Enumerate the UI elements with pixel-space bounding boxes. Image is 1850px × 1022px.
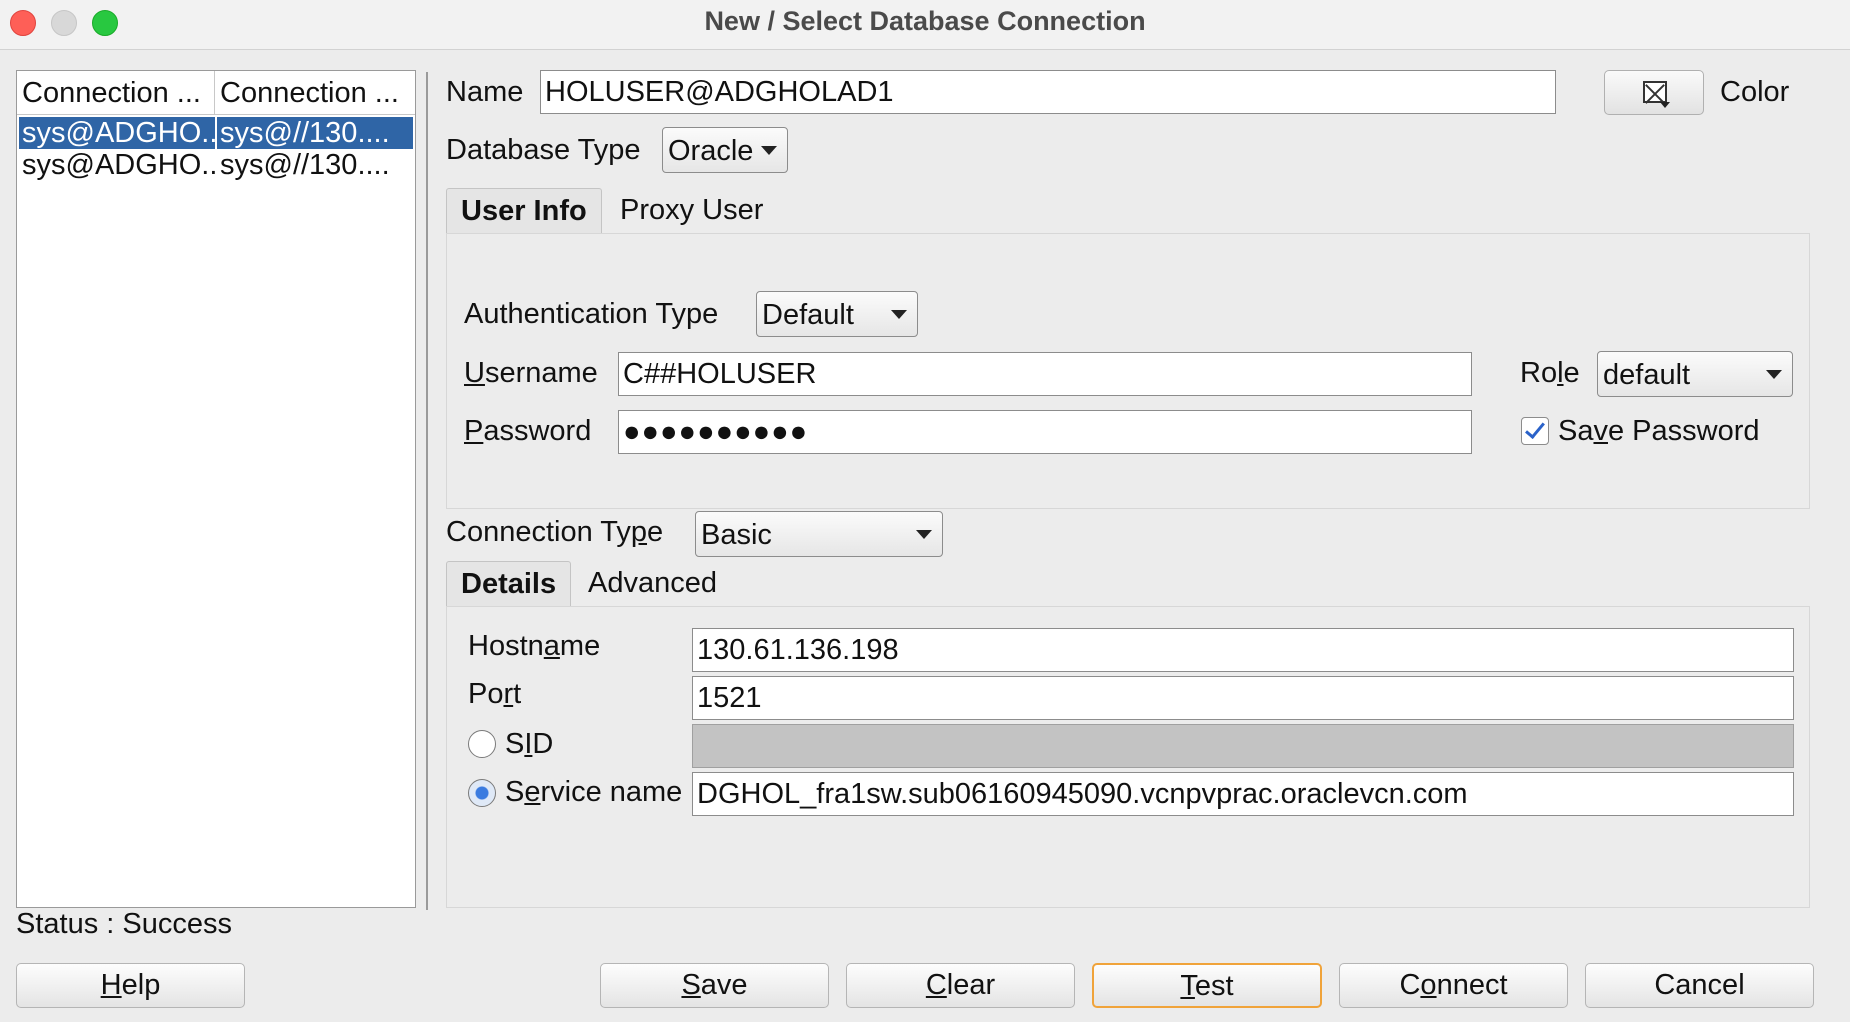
color-picker-button[interactable] xyxy=(1604,70,1704,115)
connection-name-cell: sys@ADGHO... xyxy=(22,149,215,181)
name-label: Name xyxy=(446,76,524,108)
help-button[interactable]: Help xyxy=(16,963,245,1008)
chevron-down-icon xyxy=(761,146,777,155)
connection-details-cell: sys@//130.... xyxy=(217,117,413,149)
authentication-type-value: Default xyxy=(762,299,854,331)
role-value: default xyxy=(1603,359,1691,391)
column-header-details[interactable]: Connection ... xyxy=(215,71,415,115)
list-item[interactable]: sys@ADGHO... sys@//130.... xyxy=(19,149,413,181)
chevron-down-icon xyxy=(1766,370,1782,379)
database-type-value: Oracle xyxy=(668,135,754,167)
connection-details-cell: sys@//130.... xyxy=(220,149,390,181)
connection-name-input[interactable]: HOLUSER@ADGHOLAD1 xyxy=(540,70,1556,114)
window-title: New / Select Database Connection xyxy=(704,6,1146,36)
test-button[interactable]: Test xyxy=(1092,963,1322,1008)
authentication-type-select[interactable]: Default xyxy=(756,291,918,337)
hostname-label: Hostname xyxy=(468,630,601,662)
password-label: Password xyxy=(464,415,592,447)
tab-advanced[interactable]: Advanced xyxy=(574,561,731,607)
list-header: Connection ... Connection ... xyxy=(17,71,415,115)
connection-type-label: Connection Type xyxy=(446,516,664,548)
sid-label[interactable]: SID xyxy=(505,728,553,761)
status-text: Status : Success xyxy=(16,908,232,940)
cancel-button[interactable]: Cancel xyxy=(1585,963,1814,1008)
database-type-select[interactable]: Oracle xyxy=(662,127,788,173)
split-divider[interactable] xyxy=(426,72,428,910)
authentication-type-label: Authentication Type xyxy=(464,298,719,330)
port-input[interactable]: 1521 xyxy=(692,676,1794,720)
dropdown-arrow-icon xyxy=(1660,102,1670,108)
tab-user-info[interactable]: User Info xyxy=(446,188,602,234)
port-label: Port xyxy=(468,678,522,710)
title-bar: New / Select Database Connection xyxy=(0,0,1850,50)
no-color-icon xyxy=(1643,81,1667,103)
column-header-name[interactable]: Connection ... xyxy=(17,71,215,115)
sid-input xyxy=(692,724,1794,768)
sid-radio[interactable] xyxy=(468,730,496,758)
save-password-label[interactable]: Save Password xyxy=(1558,415,1760,448)
connection-type-select[interactable]: Basic xyxy=(695,511,943,557)
color-label: Color xyxy=(1720,76,1790,108)
save-button[interactable]: Save xyxy=(600,963,829,1008)
connection-list[interactable]: Connection ... Connection ... sys@ADGHO.… xyxy=(16,70,416,908)
username-label: Username xyxy=(464,357,598,389)
tab-proxy-user[interactable]: Proxy User xyxy=(606,188,777,234)
chevron-down-icon xyxy=(891,310,907,319)
connection-type-value: Basic xyxy=(701,519,772,551)
service-name-radio[interactable] xyxy=(468,779,496,807)
clear-button[interactable]: Clear xyxy=(846,963,1075,1008)
connection-name-cell: sys@ADGHO... xyxy=(19,117,215,149)
password-input[interactable]: ●●●●●●●●●● xyxy=(618,410,1472,454)
save-password-checkbox[interactable] xyxy=(1521,417,1549,445)
service-name-label[interactable]: Service name xyxy=(505,776,682,809)
chevron-down-icon xyxy=(916,530,932,539)
tab-details[interactable]: Details xyxy=(446,561,572,607)
checkmark-icon xyxy=(1525,418,1545,439)
username-input[interactable]: C##HOLUSER xyxy=(618,352,1472,396)
service-name-input[interactable]: DGHOL_fra1sw.sub06160945090.vcnpvprac.or… xyxy=(692,772,1794,816)
list-item[interactable]: sys@ADGHO... sys@//130.... xyxy=(19,117,413,149)
connect-button[interactable]: Connect xyxy=(1339,963,1568,1008)
role-select[interactable]: default xyxy=(1597,351,1793,397)
role-label: Role xyxy=(1520,357,1580,389)
database-type-label: Database Type xyxy=(446,134,641,166)
hostname-input[interactable]: 130.61.136.198 xyxy=(692,628,1794,672)
